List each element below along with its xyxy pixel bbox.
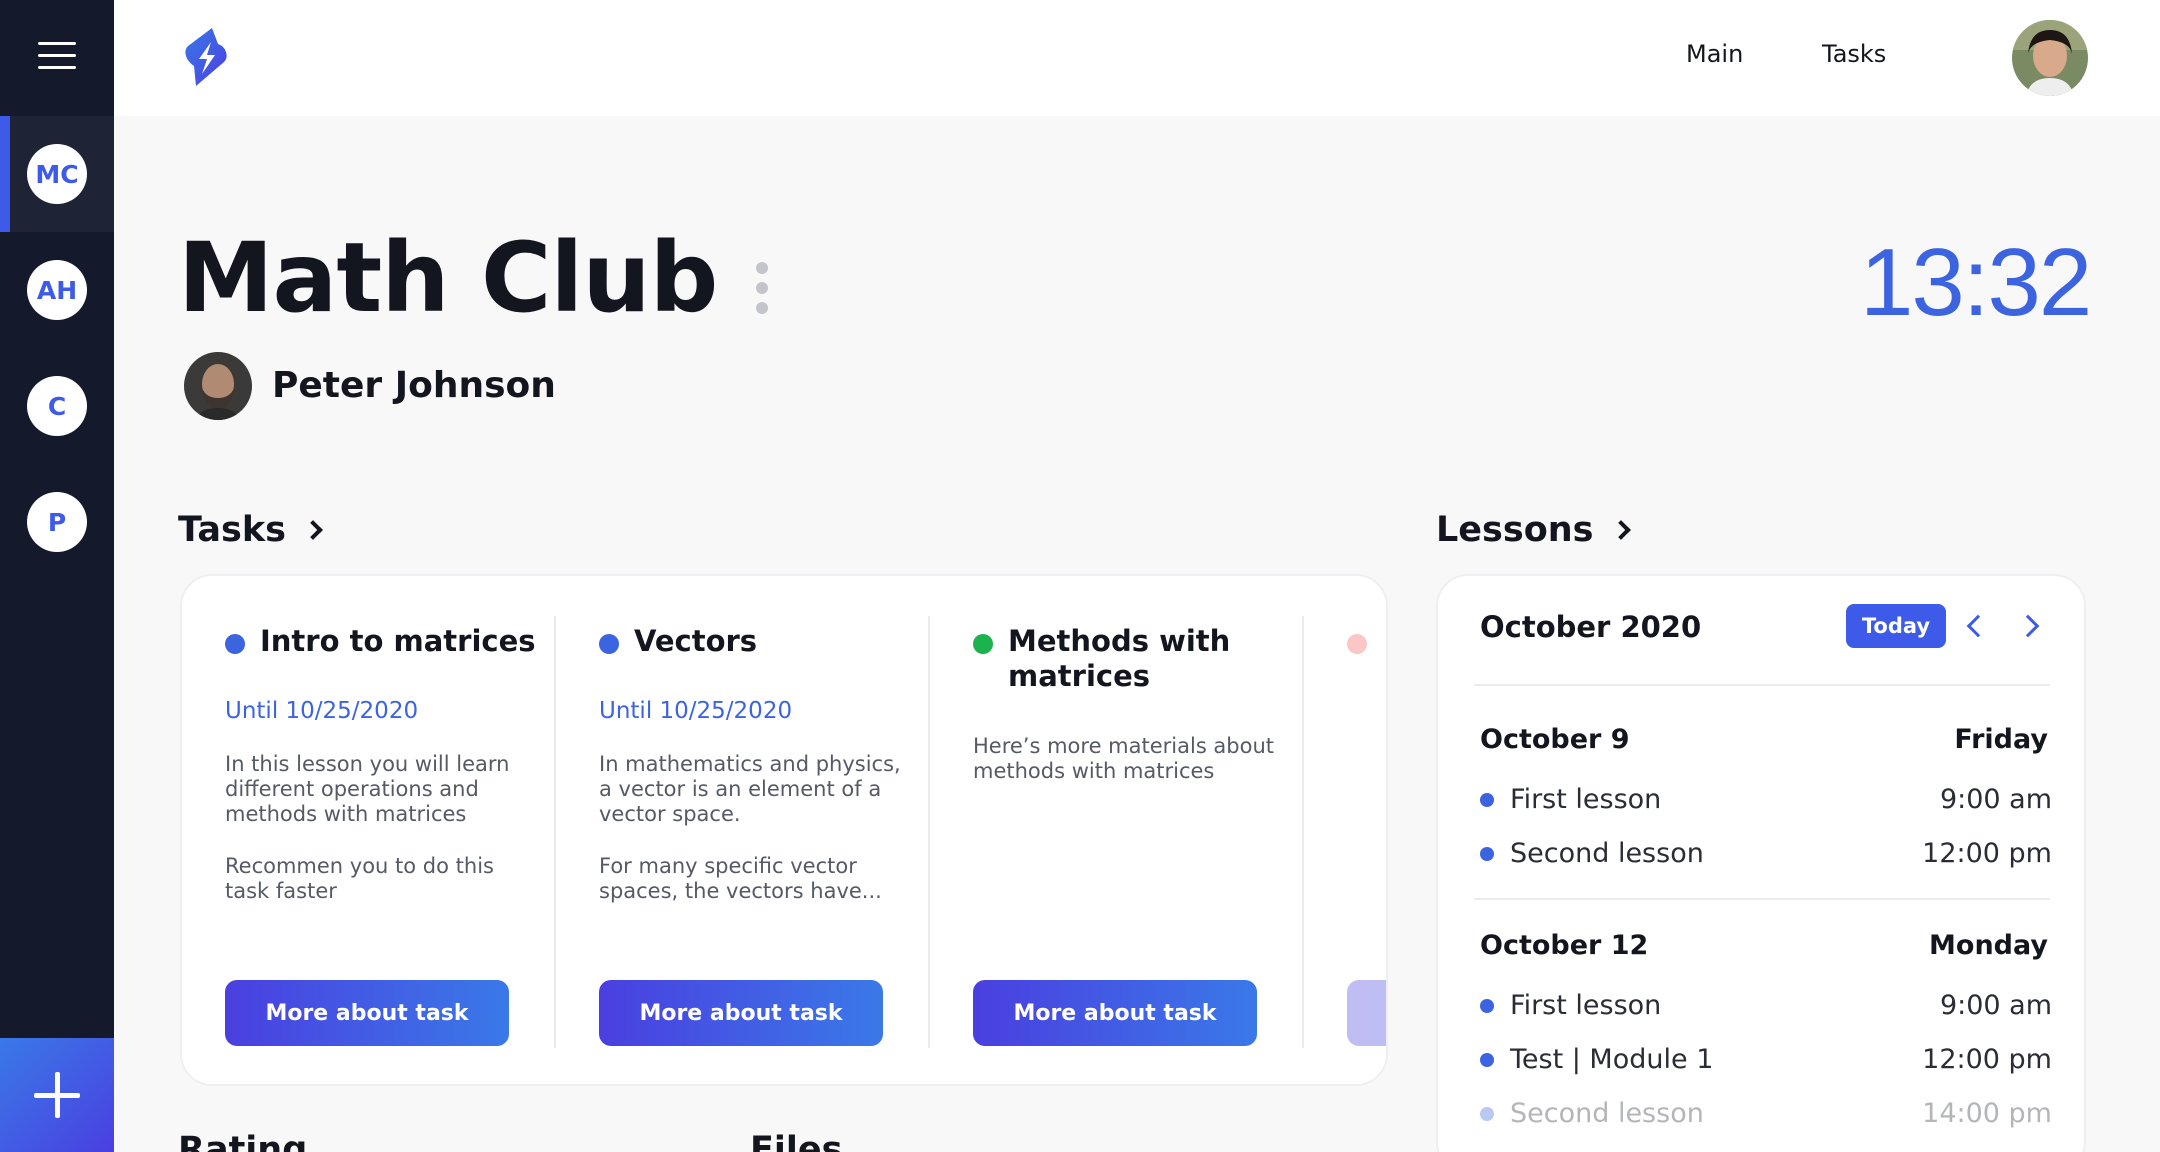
add-club-button[interactable] — [0, 1038, 114, 1152]
lesson-dot — [1480, 1107, 1494, 1121]
task-note: Recommen you to do this task faster — [225, 854, 494, 903]
nav-main[interactable]: Main — [1686, 40, 1743, 68]
task-description: In this lesson you will learn different … — [225, 752, 510, 826]
lessons-section-title: Lessons — [1436, 510, 1594, 550]
club-avatar: C — [27, 376, 87, 436]
lightning-bolt-icon[interactable] — [182, 26, 230, 88]
task-note: For many specific vector spaces, the vec… — [599, 854, 882, 903]
user-avatar[interactable] — [2012, 20, 2088, 96]
task-card-partial — [1304, 576, 1386, 1084]
task-status-dot — [973, 634, 993, 654]
lesson-item[interactable]: First lesson 9:00 am — [1480, 986, 2052, 1026]
lessons-section-link[interactable]: Lessons — [1436, 510, 1631, 550]
task-description: Here’s more materials about methods with… — [973, 734, 1275, 783]
nav-tasks[interactable]: Tasks — [1822, 40, 1886, 68]
club-avatar: P — [27, 492, 87, 552]
rating-section-title: Rating — [178, 1130, 308, 1152]
calendar-month: October 2020 — [1480, 610, 1702, 644]
tasks-section-link[interactable]: Tasks — [178, 510, 323, 550]
sidebar-club-p[interactable]: P — [0, 464, 114, 580]
lesson-time: 9:00 am — [1939, 784, 2052, 815]
task-title: Methods with matrices — [1008, 624, 1231, 693]
sidebar: MC AH C P — [0, 0, 114, 1152]
lesson-dot — [1480, 999, 1494, 1013]
lesson-time: 9:00 am — [1939, 990, 2052, 1021]
sidebar-club-mc[interactable]: MC — [0, 116, 114, 232]
today-button[interactable]: Today — [1846, 604, 1946, 648]
day-weekday: Monday — [1929, 930, 2048, 961]
lesson-time: 12:00 pm — [1922, 1044, 2052, 1075]
lesson-time: 12:00 pm — [1922, 838, 2052, 869]
day-weekday: Friday — [1954, 724, 2048, 755]
task-description: In mathematics and physics, a vector is … — [599, 752, 901, 826]
sidebar-club-c[interactable]: C — [0, 348, 114, 464]
lesson-name: First lesson — [1510, 784, 1662, 815]
day-date: October 12 — [1480, 930, 1649, 961]
top-bar: Main Tasks — [114, 0, 2160, 116]
lesson-time: 14:00 pm — [1922, 1098, 2052, 1129]
more-about-task-button[interactable]: More about task — [225, 980, 509, 1046]
lesson-dot — [1480, 1053, 1494, 1067]
lesson-dot — [1480, 793, 1494, 807]
tasks-section-title: Tasks — [178, 510, 286, 550]
task-card: Vectors Until 10/25/2020 In mathematics … — [556, 576, 930, 1084]
more-about-task-button[interactable]: More about task — [973, 980, 1257, 1046]
tasks-card: Intro to matrices Until 10/25/2020 In th… — [180, 574, 1388, 1086]
divider — [1474, 898, 2050, 900]
lesson-dot — [1480, 847, 1494, 861]
chevron-left-icon[interactable] — [1966, 614, 1990, 638]
lesson-item[interactable]: Test | Module 1 12:00 pm — [1480, 1040, 2052, 1080]
day-date: October 9 — [1480, 724, 1630, 755]
lesson-item[interactable]: Second lesson 12:00 pm — [1480, 834, 2052, 874]
task-status-dot — [1347, 634, 1367, 654]
files-section-title: Files — [750, 1130, 843, 1152]
divider — [1474, 684, 2050, 686]
task-status-dot — [225, 634, 245, 654]
menu-icon[interactable] — [38, 42, 76, 70]
teacher-avatar — [184, 352, 252, 420]
sidebar-club-ah[interactable]: AH — [0, 232, 114, 348]
clock: 13:32 — [1860, 229, 2092, 336]
task-card: Methods with matrices Here’s more materi… — [930, 576, 1304, 1084]
teacher-name: Peter Johnson — [272, 365, 556, 406]
chevron-right-icon — [1610, 520, 1631, 540]
more-about-task-button[interactable]: More about task — [599, 980, 883, 1046]
task-due-date: Until 10/25/2020 — [599, 698, 793, 724]
task-title: Vectors — [634, 624, 758, 658]
page-title: Math Club — [178, 222, 718, 334]
lesson-name: Second lesson — [1510, 1098, 1704, 1129]
task-due-date: Until 10/25/2020 — [225, 698, 419, 724]
club-avatar: AH — [27, 260, 87, 320]
lesson-item[interactable]: Second lesson 14:00 pm — [1480, 1094, 2052, 1134]
lesson-name: Second lesson — [1510, 838, 1704, 869]
more-options-icon[interactable] — [752, 262, 772, 316]
lesson-item[interactable]: First lesson 9:00 am — [1480, 780, 2052, 820]
lesson-name: Test | Module 1 — [1510, 1044, 1714, 1075]
task-status-dot — [599, 634, 619, 654]
task-title: Intro to matrices — [260, 624, 536, 658]
lessons-card: October 2020 Today October 9 Friday Firs… — [1436, 574, 2086, 1152]
lesson-name: First lesson — [1510, 990, 1662, 1021]
task-card: Intro to matrices Until 10/25/2020 In th… — [182, 576, 556, 1084]
chevron-right-icon[interactable] — [2016, 614, 2040, 638]
more-about-task-button[interactable] — [1347, 980, 1386, 1046]
club-avatar: MC — [27, 144, 87, 204]
chevron-right-icon — [303, 520, 323, 540]
